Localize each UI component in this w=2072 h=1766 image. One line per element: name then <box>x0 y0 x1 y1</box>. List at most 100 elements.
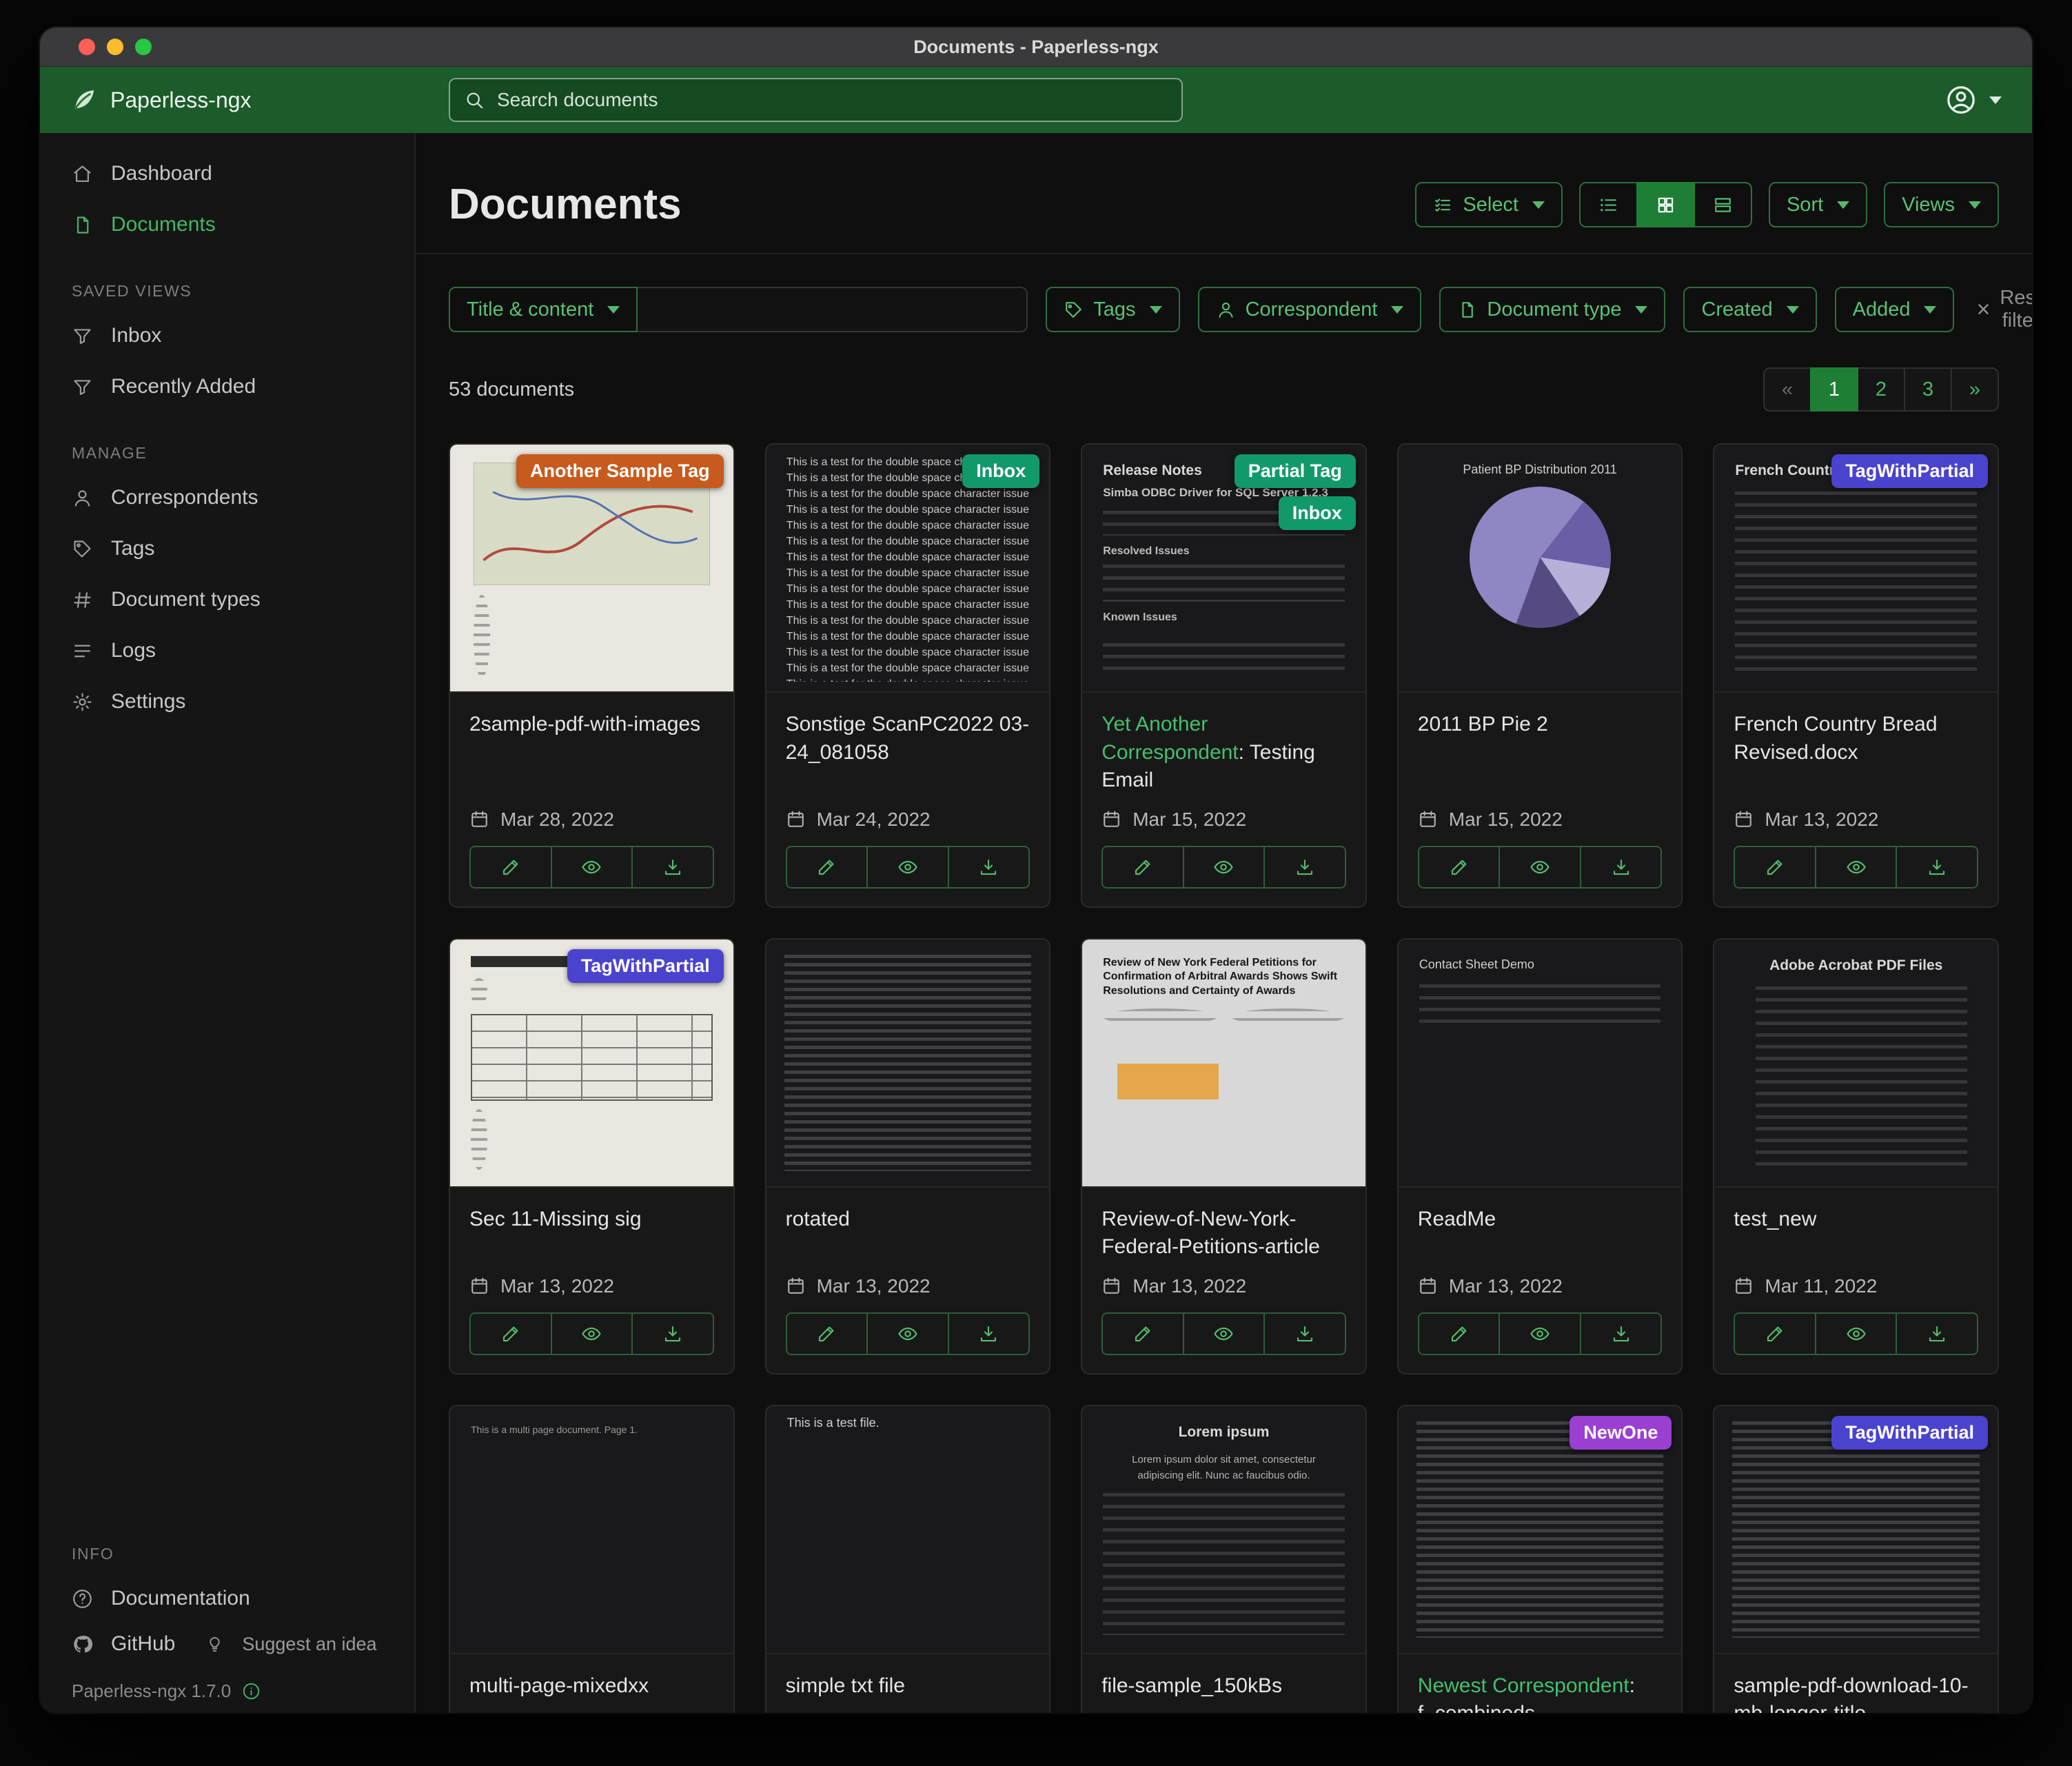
download-button[interactable] <box>1263 1312 1346 1355</box>
title-content-filter-input[interactable] <box>638 287 1028 332</box>
account-menu[interactable] <box>1945 84 2002 116</box>
edit-button[interactable] <box>1734 846 1816 889</box>
edit-button[interactable] <box>469 1312 552 1355</box>
tag-chip[interactable]: Another Sample Tag <box>516 454 724 488</box>
download-button[interactable] <box>948 846 1030 889</box>
app-logo[interactable]: Paperless-ngx <box>70 86 252 114</box>
view-grid-button[interactable] <box>1636 182 1695 227</box>
sidebar-item-inbox[interactable]: Inbox <box>40 310 414 361</box>
view-button[interactable] <box>1183 1312 1266 1355</box>
document-title[interactable]: Sec 11-Missing sig <box>469 1206 714 1234</box>
edit-button[interactable] <box>1734 1312 1816 1355</box>
document-thumbnail[interactable]: NewOne <box>1399 1406 1682 1654</box>
pagination-page-3[interactable]: 3 <box>1904 367 1952 412</box>
minimize-window-button[interactable] <box>107 39 123 55</box>
document-thumbnail[interactable]: Patient BP Distribution 2011 <box>1399 445 1682 693</box>
sidebar-item-github[interactable]: GitHub <box>40 1624 175 1664</box>
document-thumbnail[interactable]: This is a test file. <box>766 1406 1050 1654</box>
tag-chip[interactable]: TagWithPartial <box>1831 1416 1988 1450</box>
sidebar-item-documentation[interactable]: Documentation <box>40 1573 414 1624</box>
document-title[interactable]: rotated <box>786 1206 1030 1234</box>
document-title[interactable]: ReadMe <box>1418 1206 1663 1234</box>
global-search[interactable] <box>449 78 1183 122</box>
download-button[interactable] <box>1263 846 1346 889</box>
download-button[interactable] <box>631 846 714 889</box>
download-button[interactable] <box>631 1312 714 1355</box>
view-button[interactable] <box>551 846 633 889</box>
sidebar-item-recently-added[interactable]: Recently Added <box>40 361 414 412</box>
sidebar-item-documents[interactable]: Documents <box>40 199 414 250</box>
card-correspondent[interactable]: Newest Correspondent <box>1418 1674 1629 1697</box>
document-thumbnail[interactable] <box>766 940 1050 1188</box>
document-thumbnail[interactable]: This is a multi page document. Page 1. <box>450 1406 733 1654</box>
document-title[interactable]: sample-pdf-download-10-mb-longer-title <box>1734 1672 1978 1713</box>
pagination-next[interactable]: » <box>1951 367 1999 412</box>
tag-chip[interactable]: Partial Tag <box>1235 454 1356 488</box>
document-thumbnail[interactable]: Release Notes Simba ODBC Driver for SQL … <box>1082 445 1365 693</box>
edit-button[interactable] <box>786 1312 869 1355</box>
download-button[interactable] <box>948 1312 1030 1355</box>
document-title[interactable]: Yet Another Correspondent: Testing Email <box>1101 711 1346 795</box>
document-thumbnail[interactable]: TagWithPartial <box>450 940 733 1188</box>
document-title[interactable]: Review-of-New-York-Federal-Petitions-art… <box>1101 1206 1346 1261</box>
sidebar-item-tags[interactable]: Tags <box>40 523 414 574</box>
info-icon[interactable] <box>242 1682 261 1701</box>
pagination-prev[interactable]: « <box>1763 367 1811 412</box>
document-title[interactable]: Newest Correspondent: f_combineds <box>1418 1672 1663 1713</box>
sidebar-item-correspondents[interactable]: Correspondents <box>40 472 414 523</box>
tag-chip[interactable]: Inbox <box>962 454 1039 488</box>
sidebar-item-suggest-idea[interactable]: Suggest an idea <box>175 1625 376 1663</box>
document-title[interactable]: 2011 BP Pie 2 <box>1418 711 1663 739</box>
card-correspondent[interactable]: Yet Another Correspondent <box>1101 713 1238 764</box>
views-button[interactable]: Views <box>1884 182 1999 227</box>
view-button[interactable] <box>1499 846 1581 889</box>
pagination-page-1[interactable]: 1 <box>1810 367 1858 412</box>
tag-chip[interactable]: TagWithPartial <box>1831 454 1988 488</box>
document-thumbnail[interactable]: Another Sample Tag <box>450 445 733 693</box>
document-thumbnail[interactable]: TagWithPartial <box>1714 1406 1998 1654</box>
document-thumbnail[interactable]: Contact Sheet Demo <box>1399 940 1682 1188</box>
edit-button[interactable] <box>786 846 869 889</box>
download-button[interactable] <box>1896 1312 1978 1355</box>
tag-chip[interactable]: NewOne <box>1570 1416 1672 1450</box>
document-title[interactable]: simple txt file <box>786 1672 1030 1701</box>
document-title[interactable]: test_new <box>1734 1206 1978 1234</box>
edit-button[interactable] <box>469 846 552 889</box>
download-button[interactable] <box>1580 1312 1663 1355</box>
document-thumbnail[interactable]: Adobe Acrobat PDF Files <box>1714 940 1998 1188</box>
reset-filters-button[interactable]: × Reset filters <box>1972 286 2032 333</box>
edit-button[interactable] <box>1101 1312 1184 1355</box>
download-button[interactable] <box>1896 846 1978 889</box>
document-thumbnail[interactable]: Review of New York Federal Petitions for… <box>1082 940 1365 1188</box>
edit-button[interactable] <box>1418 846 1501 889</box>
document-thumbnail[interactable]: Lorem ipsum Lorem ipsum dolor sit amet, … <box>1082 1406 1365 1654</box>
tags-filter-button[interactable]: Tags <box>1046 287 1179 332</box>
view-button[interactable] <box>1815 846 1898 889</box>
document-title[interactable]: file-sample_150kBs <box>1101 1672 1346 1701</box>
sidebar-item-dashboard[interactable]: Dashboard <box>40 148 414 199</box>
zoom-window-button[interactable] <box>135 39 152 55</box>
view-button[interactable] <box>866 846 949 889</box>
view-button[interactable] <box>551 1312 633 1355</box>
document-title[interactable]: Sonstige ScanPC2022 03-24_081058 <box>786 711 1030 767</box>
edit-button[interactable] <box>1418 1312 1501 1355</box>
sidebar-item-settings[interactable]: Settings <box>40 676 414 727</box>
view-button[interactable] <box>1499 1312 1581 1355</box>
added-filter-button[interactable]: Added <box>1835 287 1955 332</box>
correspondent-filter-button[interactable]: Correspondent <box>1198 287 1422 332</box>
download-button[interactable] <box>1580 846 1663 889</box>
view-button[interactable] <box>1815 1312 1898 1355</box>
sidebar-item-document-types[interactable]: Document types <box>40 574 414 625</box>
document-thumbnail[interactable]: This is a test for the double space char… <box>766 445 1050 693</box>
document-title[interactable]: 2sample-pdf-with-images <box>469 711 714 739</box>
tag-chip[interactable]: Inbox <box>1279 496 1356 530</box>
search-input[interactable] <box>496 88 1168 112</box>
close-window-button[interactable] <box>79 39 95 55</box>
document-title[interactable]: French Country Bread Revised.docx <box>1734 711 1978 767</box>
sidebar-item-logs[interactable]: Logs <box>40 625 414 676</box>
document-type-filter-button[interactable]: Document type <box>1439 287 1665 332</box>
view-button[interactable] <box>1183 846 1266 889</box>
view-details-button[interactable] <box>1694 182 1752 227</box>
sort-button[interactable]: Sort <box>1769 182 1867 227</box>
edit-button[interactable] <box>1101 846 1184 889</box>
